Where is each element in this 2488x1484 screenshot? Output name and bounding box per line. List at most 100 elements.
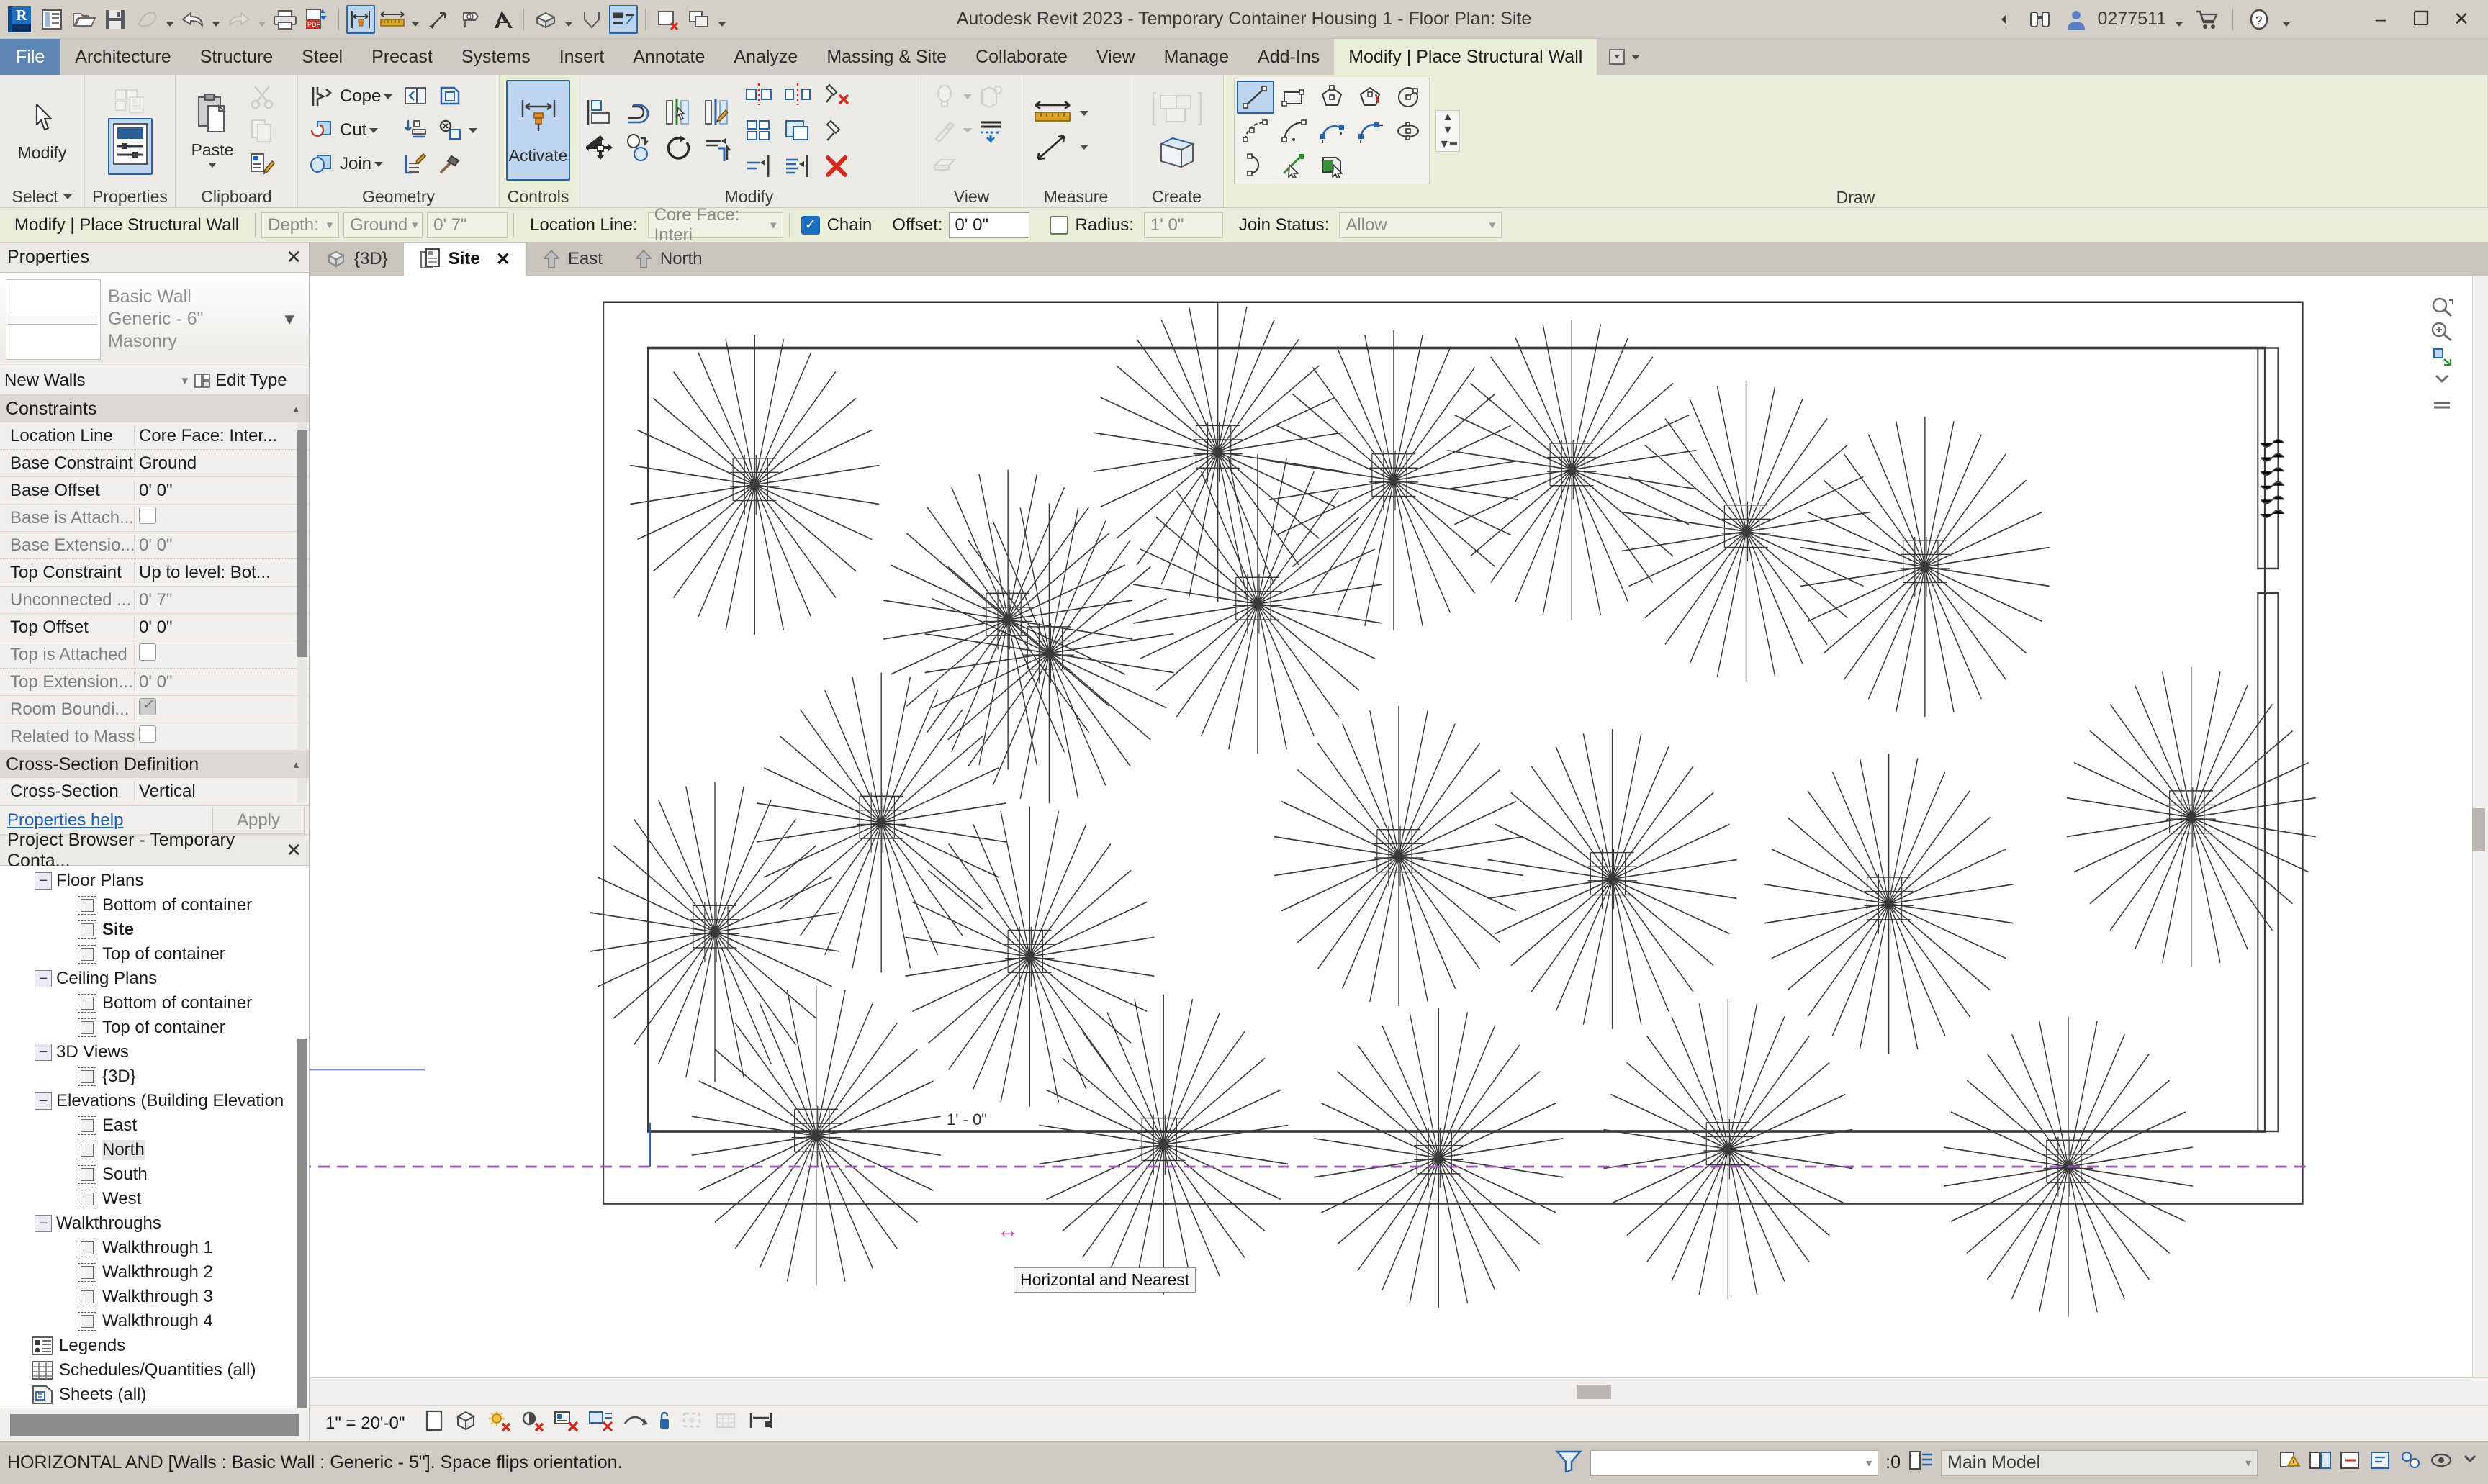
radius-input[interactable]: 1' 0" — [1144, 212, 1223, 238]
draw-circle-tool[interactable] — [1389, 81, 1427, 114]
table-row[interactable]: Top is Attached — [0, 641, 309, 669]
table-row[interactable]: Top Constraint Up to level: Bot... — [0, 559, 309, 587]
user-account-icon[interactable] — [2062, 5, 2091, 34]
property-value[interactable] — [134, 698, 309, 720]
draw-arc-3point-tool[interactable] — [1237, 114, 1274, 148]
constraints-icon[interactable] — [747, 1409, 775, 1437]
filter-icon[interactable] — [1554, 1448, 1583, 1478]
ribbon-options-caret-icon[interactable] — [1631, 55, 1640, 60]
activate-button[interactable]: Activate — [506, 80, 571, 181]
tree-group-3d-views[interactable]: −3D Views — [0, 1040, 309, 1064]
tree-group-elevations[interactable]: −Elevations (Building Elevation — [0, 1089, 309, 1113]
align-icon[interactable] — [585, 96, 616, 128]
view-scale-label[interactable]: 1" = 20'-0" — [325, 1413, 415, 1434]
edit-type-button[interactable]: Edit Type — [194, 371, 309, 391]
table-row[interactable]: Base Offset 0' 0" — [0, 477, 309, 505]
user-menu-caret-icon[interactable] — [2173, 5, 2185, 34]
text-icon[interactable] — [487, 5, 516, 34]
sidebar-item-bottom-of-container-ceiling[interactable]: Bottom of container — [0, 991, 309, 1015]
delete-icon[interactable] — [821, 150, 852, 182]
canvas-vertical-scrollbar[interactable] — [2472, 276, 2488, 1377]
property-value[interactable] — [134, 725, 309, 748]
ribbon-tab-systems[interactable]: Systems — [447, 39, 545, 75]
expand-toggle-icon[interactable]: − — [35, 1044, 52, 1061]
ribbon-tab-steel[interactable]: Steel — [287, 39, 357, 75]
unpin-icon[interactable] — [821, 78, 852, 110]
depth-level-select[interactable]: Ground ▾ — [343, 212, 423, 238]
property-value[interactable]: 0' 0" — [134, 535, 309, 556]
create-similar-icon[interactable] — [1151, 89, 1203, 129]
cart-icon[interactable] — [2192, 5, 2221, 34]
view-visibility-icon[interactable] — [929, 81, 960, 112]
cope-caret-icon[interactable] — [384, 94, 392, 99]
wall-joins-icon[interactable] — [434, 81, 466, 112]
sidebar-item-south[interactable]: South — [0, 1162, 309, 1187]
hide-element-icon[interactable] — [929, 148, 960, 180]
property-value[interactable]: 0' 0" — [134, 481, 309, 501]
ribbon-display-options[interactable] — [1607, 39, 1640, 75]
draw-scroll-expand-icon[interactable]: ▼━ — [1436, 137, 1459, 151]
expand-toggle-icon[interactable]: − — [35, 1215, 52, 1232]
draw-tangent-arc-tool[interactable] — [1313, 114, 1351, 148]
measure-caret-icon[interactable] — [1080, 111, 1088, 116]
ribbon-tab-add-ins[interactable]: Add-Ins — [1243, 39, 1334, 75]
top-is-attached-checkbox[interactable] — [139, 643, 156, 661]
ribbon-tab-massing-site[interactable]: Massing & Site — [812, 39, 961, 75]
switch-windows-icon[interactable] — [685, 5, 713, 34]
pick-lines-tool[interactable] — [1275, 148, 1312, 181]
minimize-button[interactable]: – — [2364, 5, 2397, 34]
ribbon-tab-view[interactable]: View — [1082, 39, 1150, 75]
export-pdf-icon[interactable]: PDF — [302, 5, 331, 34]
status-search-caret-icon[interactable]: ▾ — [1866, 1456, 1872, 1470]
measure-between-references-icon[interactable] — [1029, 98, 1077, 130]
property-value[interactable]: Core Face: Inter... — [134, 426, 309, 446]
save-icon[interactable] — [101, 5, 130, 34]
draw-scroll-down-icon[interactable]: ▼ — [1436, 124, 1459, 137]
properties-palette-close-icon[interactable]: ✕ — [286, 246, 302, 268]
property-value[interactable] — [134, 507, 309, 529]
property-value[interactable]: 0' 0" — [134, 672, 309, 692]
table-row[interactable]: Related to Mass — [0, 723, 309, 751]
scale-icon[interactable] — [782, 114, 813, 146]
drawing-canvas[interactable]: 1' - 0" ↔ Horizontal and Nearest — [310, 276, 2488, 1405]
table-row[interactable]: Unconnected ... 0' 7" — [0, 587, 309, 614]
ribbon-tab-structure[interactable]: Structure — [186, 39, 287, 75]
draw-arc-center-ends-tool[interactable] — [1275, 114, 1312, 148]
tab-close-icon[interactable]: ✕ — [496, 249, 510, 270]
draw-inscribed-polygon-tool[interactable] — [1313, 81, 1351, 114]
select-panel-caret-icon[interactable] — [63, 194, 72, 199]
draw-fillet-arc-tool[interactable] — [1351, 114, 1389, 148]
draw-circumscribed-polygon-tool[interactable] — [1351, 81, 1389, 114]
switch-join-order-icon[interactable] — [400, 81, 431, 112]
close-button[interactable]: ✕ — [2445, 5, 2478, 34]
detail-level-coarse-icon[interactable] — [422, 1409, 446, 1437]
ribbon-tab-annotate[interactable]: Annotate — [618, 39, 719, 75]
measure-along-caret-icon[interactable] — [1080, 145, 1088, 150]
sidebar-item-east[interactable]: East — [0, 1113, 309, 1138]
array-icon[interactable] — [743, 114, 775, 146]
user-id-label[interactable]: 0277511 — [2098, 9, 2166, 30]
reveal-hidden-elements-icon[interactable] — [714, 1409, 740, 1437]
cope-button[interactable]: Cope — [305, 81, 392, 112]
print-icon[interactable] — [271, 5, 299, 34]
radius-checkbox-row[interactable]: Radius: — [1040, 215, 1144, 235]
property-group-cross-section[interactable]: Cross-Section Definition ▴ — [0, 751, 309, 778]
thin-lines-icon[interactable] — [609, 5, 638, 34]
expand-toggle-icon[interactable]: − — [35, 1092, 52, 1110]
trim-single-icon[interactable] — [743, 150, 775, 182]
ribbon-tab-file[interactable]: File — [0, 39, 60, 75]
linework-caret-icon[interactable] — [963, 128, 972, 133]
sidebar-item-3d-view[interactable]: {3D} — [0, 1064, 309, 1089]
split-element-icon[interactable] — [743, 78, 775, 110]
tab-site[interactable]: Site ✕ — [404, 243, 526, 276]
main-model-select[interactable]: Main Model ▾ — [1941, 1450, 2258, 1476]
sidebar-item-schedules-quantities[interactable]: Schedules/Quantities (all) — [0, 1358, 309, 1383]
paste-button[interactable]: Paste — [183, 90, 242, 171]
project-browser-scrollbar[interactable] — [297, 1039, 307, 1408]
sidebar-item-walkthrough-3[interactable]: Walkthrough 3 — [0, 1285, 309, 1309]
revit-logo-icon[interactable]: R — [6, 5, 35, 34]
project-browser-hscrollbar[interactable] — [10, 1414, 299, 1436]
undo-icon[interactable] — [179, 5, 207, 34]
mirror-pick-axis-icon[interactable] — [662, 96, 694, 128]
edit-profile-icon[interactable] — [400, 148, 431, 180]
